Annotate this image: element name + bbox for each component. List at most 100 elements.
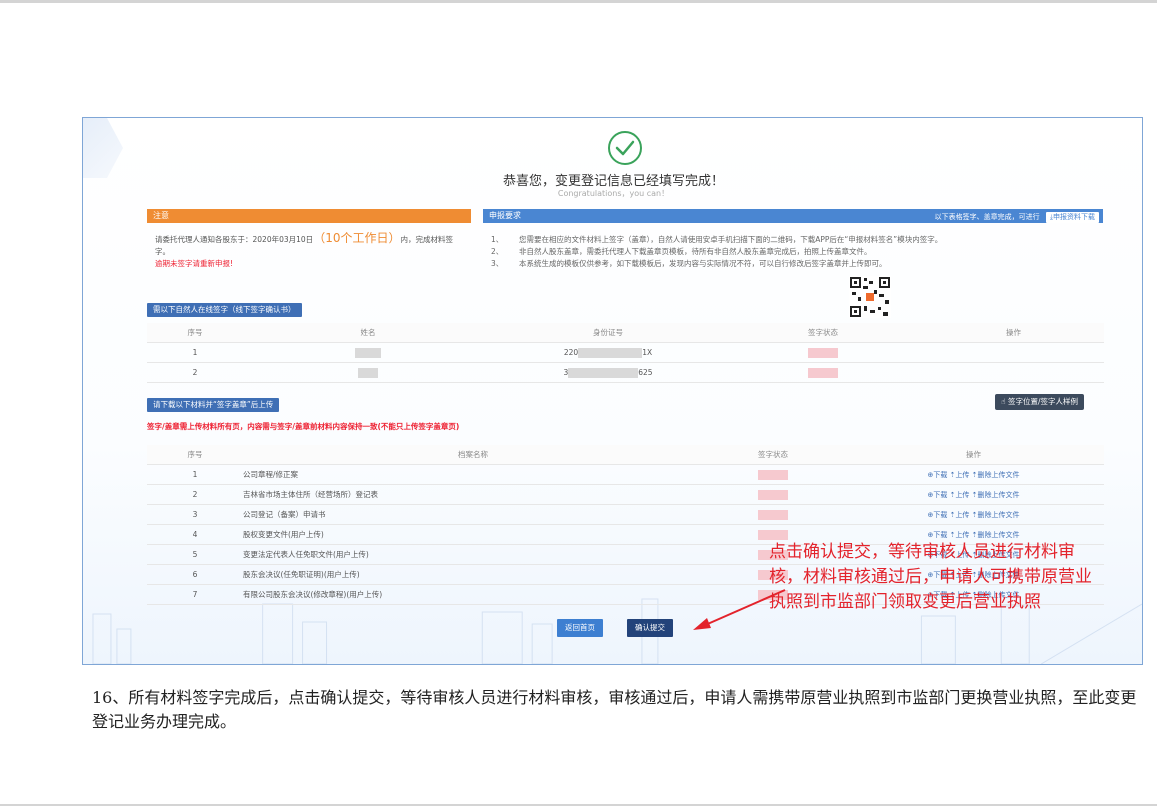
row-file-name: 公司章程/修正案	[243, 464, 703, 485]
redacted-sign-status	[703, 484, 843, 505]
annotation-text: 点击确认提交，等待审核人员进行材料审核，材料审核通过后，申请人可携带原营业执照到…	[769, 542, 1092, 612]
upload-link[interactable]: ⇡上传	[950, 531, 970, 539]
row-file-name: 股权变更文件(用户上传)	[243, 524, 703, 545]
id-suffix: 1X	[642, 347, 653, 357]
requirements-right-note: 以下表格签字、盖章完成，可进行 ⤓申报资料下载	[935, 210, 1099, 224]
notice-body: 请委托代理人通知各股东于：2020年03月10日（10个工作日）内，完成材料签字…	[155, 232, 465, 270]
return-home-button[interactable]: 返回首页	[557, 619, 603, 637]
redacted-sign-status	[703, 464, 843, 485]
materials-warning: 签字/盖章需上传材料所有页，内容需与签字/盖章前材料内容保持一致(不能只上传签字…	[147, 422, 460, 431]
requirement-text: 您需要在相应的文件材料上签字（盖章），自然人请使用安卓手机扫描下面的二维码，下载…	[519, 235, 943, 244]
redacted-sign-status	[703, 504, 843, 525]
notice-deadline: （10个工作日）	[313, 231, 401, 245]
row-file-name: 有限公司股东会决议(修改章程)(用户上传)	[243, 584, 703, 605]
upload-link[interactable]: ⇡上传	[950, 471, 970, 479]
notice-text-before: 请委托代理人通知各股东于：2020年03月10日	[155, 235, 314, 244]
signature-example-button[interactable]: ☝ 签字位置/签字人样例	[995, 394, 1084, 410]
step-caption: 16、所有材料签字完成后，点击确认提交，等待审核人员进行材料审核，审核通过后，申…	[92, 688, 1137, 731]
row-seq: 2	[147, 484, 243, 505]
row-seq: 5	[147, 544, 243, 565]
right-note-text: 以下表格签字、盖章完成，可进行	[934, 213, 1040, 221]
download-link[interactable]: ⊕下载	[927, 511, 947, 519]
delete-upload-link[interactable]: ⇡删除上传文件	[972, 511, 1020, 519]
requirement-item: 1、 您需要在相应的文件材料上签字（盖章），自然人请使用安卓手机扫描下面的二维码，…	[491, 234, 1101, 246]
hand-pointer-icon: ☝	[1001, 397, 1008, 406]
delete-upload-link[interactable]: ⇡删除上传文件	[972, 531, 1020, 539]
col-ops: 操作	[923, 323, 1104, 343]
redacted-id: 3 625	[493, 362, 723, 383]
requirement-text: 非自然人股东盖章，需委托代理人下载盖章页模板，待所有非自然人股东盖章完成后，拍照…	[519, 247, 872, 256]
requirements-header-label: 申报要求	[489, 211, 521, 220]
requirement-num: 1、	[491, 235, 504, 244]
screenshot-frame: 恭喜您，变更登记信息已经填写完成！ Congratulations，you ca…	[82, 117, 1143, 665]
notice-header: 注意	[147, 209, 471, 223]
row-ops	[923, 362, 1104, 383]
row-file-name: 吉林省市场主体住所（经营场所）登记表	[243, 484, 703, 505]
row-seq: 1	[147, 464, 243, 485]
upload-link[interactable]: ⇡上传	[950, 491, 970, 499]
row-seq: 7	[147, 584, 243, 605]
delete-upload-link[interactable]: ⇡删除上传文件	[972, 491, 1020, 499]
success-title: 恭喜您，变更登记信息已经填写完成！	[502, 174, 724, 189]
download-link[interactable]: ⊕下载	[927, 491, 947, 499]
row-seq: 2	[147, 362, 243, 383]
success-subtitle: Congratulations，you can！	[557, 189, 670, 198]
requirement-item: 3、 本系统生成的模板仅供参考，如下载模板后，发现内容与实际情况不符，可以自行修改…	[491, 258, 1101, 270]
download-materials-button[interactable]: ⤓申报资料下载	[1045, 212, 1099, 223]
row-ops: ⊕下载 ⇡上传 ⇡删除上传文件	[843, 464, 1104, 485]
download-link[interactable]: ⊕下载	[927, 531, 947, 539]
row-file-name: 公司登记（备案）申请书	[243, 504, 703, 525]
row-seq: 1	[147, 342, 243, 363]
decorative-chevron	[83, 118, 123, 178]
table-row: 3 公司登记（备案）申请书 ⊕下载 ⇡上传 ⇡删除上传文件	[147, 504, 1104, 525]
signers-section-label: 需以下自然人在线签字（线下签字确认书）	[147, 303, 302, 317]
redacted-sign-status	[723, 342, 923, 363]
table-header-row: 序号 档案名称 签字状态 操作	[147, 445, 1104, 465]
col-id: 身份证号	[493, 323, 723, 343]
requirement-num: 3、	[491, 259, 504, 268]
row-file-name: 变更法定代表人任免职文件(用户上传)	[243, 544, 703, 565]
id-prefix: 220	[563, 347, 579, 357]
requirements-header: 申报要求 以下表格签字、盖章完成，可进行 ⤓申报资料下载	[483, 209, 1103, 223]
col-sign-status: 签字状态	[723, 323, 923, 343]
row-ops: ⊕下载 ⇡上传 ⇡删除上传文件	[843, 504, 1104, 525]
row-seq: 3	[147, 504, 243, 525]
signature-example-label: 签字位置/签字人样例	[1007, 397, 1078, 406]
table-row: 1 220 1X	[147, 342, 1104, 363]
col-ops: 操作	[843, 445, 1104, 465]
table-row: 2 吉林省市场主体住所（经营场所）登记表 ⊕下载 ⇡上传 ⇡删除上传文件	[147, 484, 1104, 505]
success-check-icon	[608, 131, 642, 165]
requirement-item: 2、 非自然人股东盖章，需委托代理人下载盖章页模板，待所有非自然人股东盖章完成后，…	[491, 246, 1101, 258]
redacted-name	[243, 362, 493, 383]
top-rule	[0, 0, 1157, 3]
download-button-label: 申报资料下载	[1053, 213, 1095, 221]
row-ops: ⊕下载 ⇡上传 ⇡删除上传文件	[843, 484, 1104, 505]
table-row: 1 公司章程/修正案 ⊕下载 ⇡上传 ⇡删除上传文件	[147, 464, 1104, 485]
id-suffix: 625	[638, 367, 653, 377]
redacted-name	[243, 342, 493, 363]
signers-table: 序号 姓名 身份证号 签字状态 操作 1 220 1X 2 3 625	[147, 323, 1104, 383]
table-row: 2 3 625	[147, 362, 1104, 383]
qr-code-icon[interactable]	[849, 276, 891, 318]
materials-section-label: 请下载以下材料并“签字盖章”后上传	[147, 398, 280, 412]
redacted-sign-status	[723, 362, 923, 383]
col-sign-status: 签字状态	[703, 445, 843, 465]
row-seq: 6	[147, 564, 243, 585]
col-file-name: 档案名称	[243, 445, 703, 465]
table-header-row: 序号 姓名 身份证号 签字状态 操作	[147, 323, 1104, 343]
confirm-submit-button[interactable]: 确认提交	[627, 619, 673, 637]
row-file-name: 股东会决议(任免职证明)(用户上传)	[243, 564, 703, 585]
requirements-list: 1、 您需要在相应的文件材料上签字（盖章），自然人请使用安卓手机扫描下面的二维码，…	[491, 234, 1101, 270]
delete-upload-link[interactable]: ⇡删除上传文件	[972, 471, 1020, 479]
upload-link[interactable]: ⇡上传	[950, 511, 970, 519]
col-seq: 序号	[147, 323, 243, 343]
notice-warning: 逾期未签字请重新申报!	[155, 259, 234, 268]
col-name: 姓名	[243, 323, 493, 343]
redacted-id: 220 1X	[493, 342, 723, 363]
row-seq: 4	[147, 524, 243, 545]
requirement-num: 2、	[491, 247, 504, 256]
download-link[interactable]: ⊕下载	[927, 471, 947, 479]
col-seq: 序号	[147, 445, 243, 465]
requirement-text: 本系统生成的模板仅供参考，如下载模板后，发现内容与实际情况不符，可以自行修改后签…	[519, 259, 887, 268]
row-ops	[923, 342, 1104, 363]
